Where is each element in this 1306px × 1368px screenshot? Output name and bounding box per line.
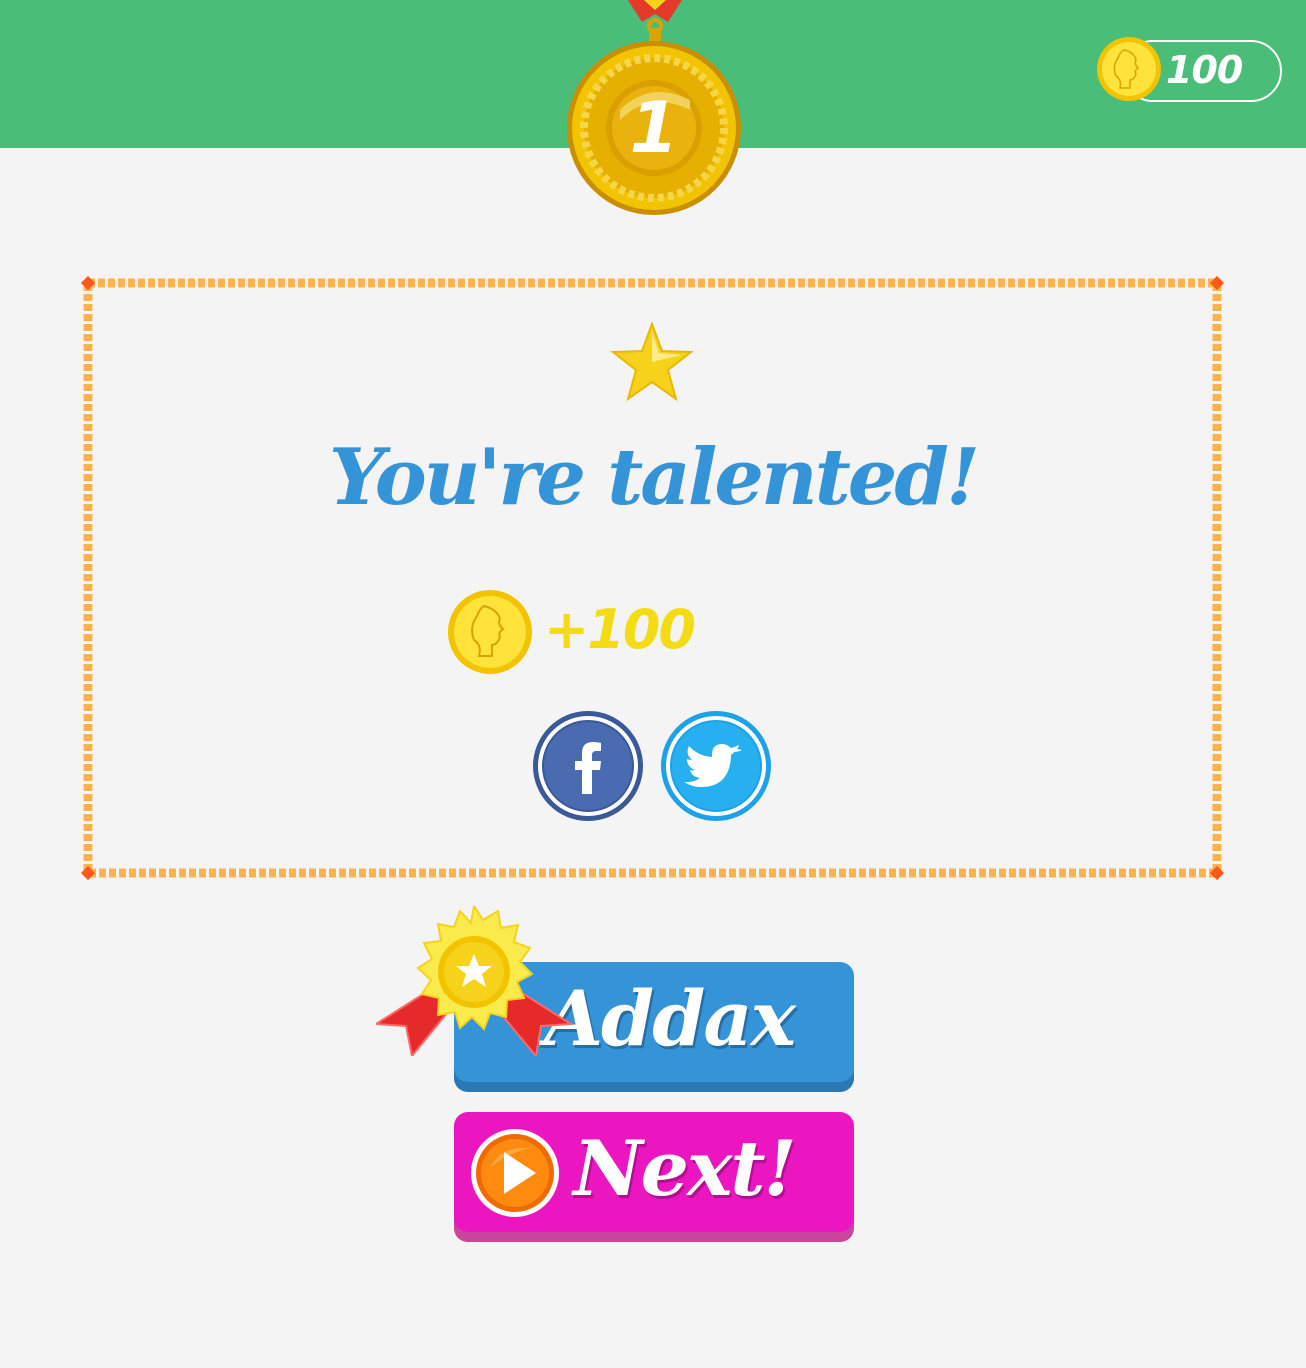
- award-rosette-icon: [376, 906, 575, 1056]
- coin-icon: [1097, 37, 1161, 101]
- coin-counter: 100: [1096, 36, 1286, 106]
- facebook-icon: [533, 711, 643, 821]
- coin-icon: [448, 590, 532, 674]
- gold-medal-icon: 1: [567, 0, 741, 215]
- play-icon: [471, 1129, 559, 1217]
- reward-amount: +100: [544, 598, 696, 661]
- twitter-icon: [661, 711, 771, 821]
- star-icon: [610, 322, 694, 402]
- result-headline: You're talented!: [328, 432, 980, 523]
- facebook-share-button[interactable]: [532, 710, 644, 822]
- medal-number: 1: [630, 87, 679, 169]
- reward-row: +100: [446, 588, 746, 676]
- twitter-share-button[interactable]: [660, 710, 772, 822]
- coin-balance: 100: [1166, 48, 1243, 92]
